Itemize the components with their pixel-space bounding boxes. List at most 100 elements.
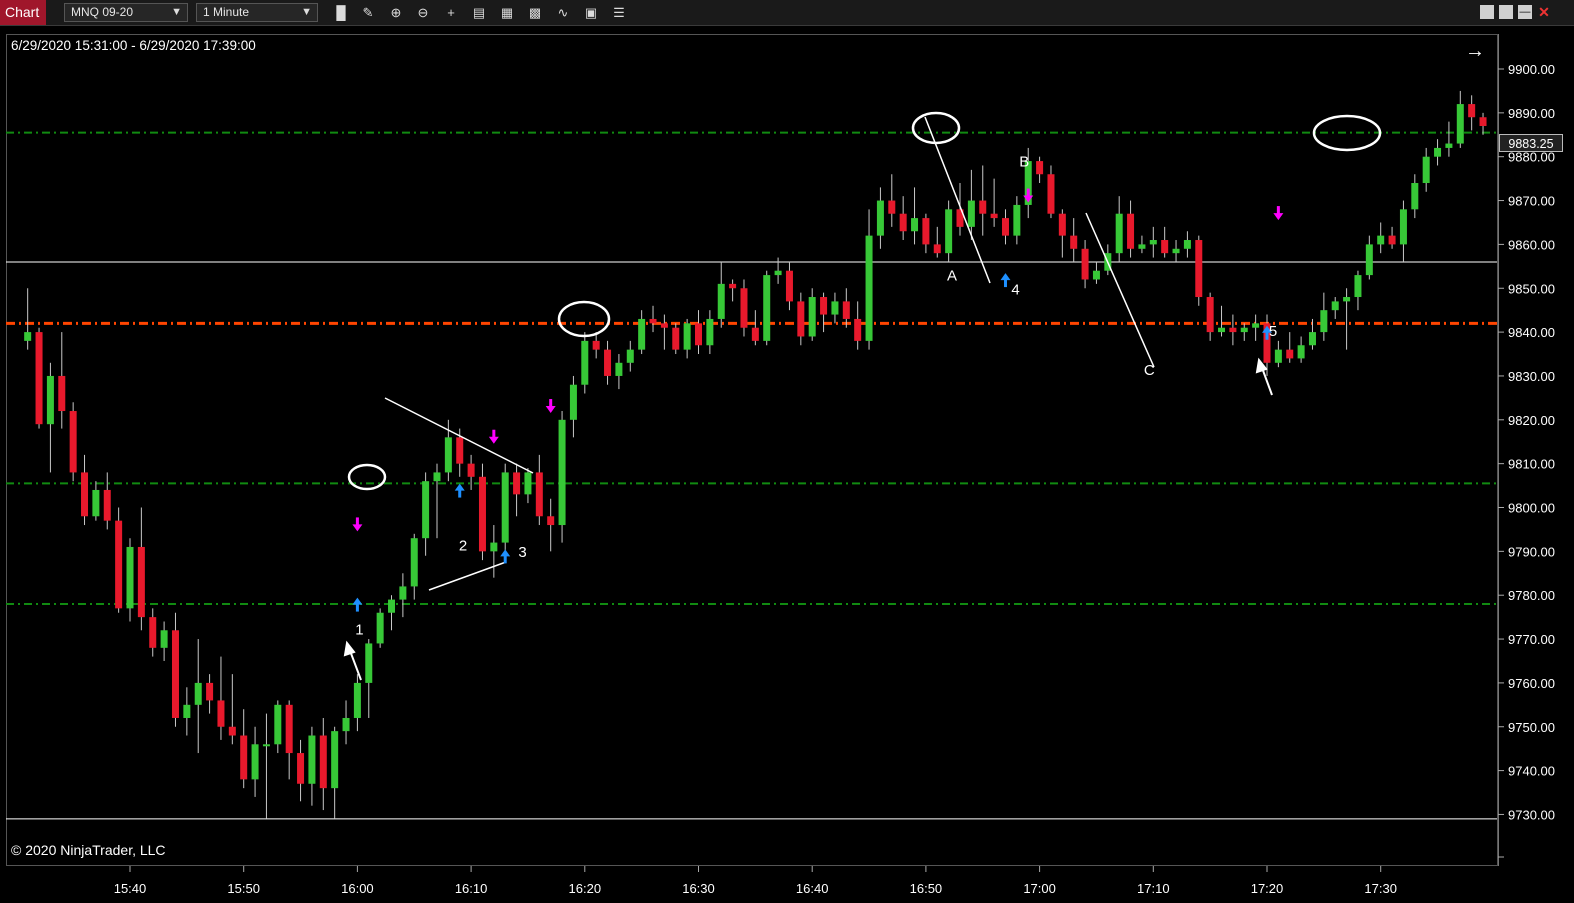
- candle: [217, 656, 225, 740]
- candles: [24, 90, 1487, 819]
- candle-body: [1331, 301, 1339, 311]
- candle-body: [854, 318, 862, 341]
- y-tick-label: 9800.00: [1508, 501, 1555, 516]
- candle: [1354, 270, 1362, 311]
- candle: [490, 525, 498, 578]
- candle-body: [308, 735, 316, 784]
- candle-body: [615, 362, 623, 376]
- y-tick-label: 9900.00: [1508, 62, 1555, 77]
- candle: [513, 463, 521, 517]
- candle-body: [81, 472, 89, 517]
- candle-body: [433, 472, 441, 482]
- candle: [1070, 218, 1078, 262]
- candle-body: [137, 546, 145, 618]
- candle-body: [365, 643, 373, 683]
- candle-body: [649, 318, 657, 324]
- candle: [626, 340, 634, 372]
- x-tick-label: 17:30: [1364, 881, 1397, 896]
- candle: [1161, 226, 1169, 258]
- candle-body: [160, 630, 168, 648]
- candle-body: [456, 437, 464, 464]
- candle: [388, 595, 396, 631]
- candle: [422, 472, 430, 556]
- buy-arrow-icon: [352, 597, 363, 612]
- candle: [24, 288, 32, 350]
- candle-body: [501, 472, 509, 543]
- candle: [103, 472, 111, 530]
- candle: [854, 301, 862, 350]
- candle: [399, 573, 407, 618]
- candle: [1388, 226, 1396, 249]
- candle: [615, 354, 623, 390]
- pointer-arrow: [1255, 357, 1273, 396]
- candle-body: [331, 731, 339, 789]
- candle-body: [797, 301, 805, 337]
- candle: [831, 292, 839, 324]
- buy-arrow-icon: [500, 549, 511, 564]
- y-tick-label: 9860.00: [1508, 237, 1555, 252]
- candle-body: [581, 340, 589, 385]
- level-lines: [6, 131, 1497, 820]
- candle: [1320, 292, 1328, 341]
- candle: [467, 454, 475, 490]
- y-tick-label: 9840.00: [1508, 325, 1555, 340]
- candle: [1252, 314, 1260, 341]
- candle-body: [569, 384, 577, 420]
- candle: [524, 468, 532, 504]
- candle-body: [979, 200, 987, 214]
- candle: [1286, 332, 1294, 363]
- current-price-badge: 9883.25: [1499, 134, 1563, 152]
- candle-body: [683, 323, 691, 350]
- candle: [171, 612, 179, 727]
- candle: [1468, 95, 1476, 131]
- trendline: [924, 116, 991, 284]
- candle: [922, 213, 930, 254]
- candle-body: [251, 744, 259, 780]
- candle: [1013, 196, 1021, 245]
- candle: [1036, 156, 1044, 184]
- candle-body: [1206, 297, 1214, 333]
- price-axis[interactable]: 9900.009890.009880.009870.009860.009850.…: [1498, 62, 1555, 858]
- candle-body: [865, 235, 873, 341]
- candle: [46, 362, 54, 473]
- candle-body: [35, 332, 43, 425]
- candle: [695, 310, 702, 355]
- candle-body: [1445, 143, 1453, 148]
- candle-body: [876, 200, 884, 236]
- candle: [478, 463, 486, 561]
- candle: [35, 327, 43, 429]
- time-axis[interactable]: 15:40 15:50 16:00 16:10 16:20 16:30 16:40 16:50…: [114, 866, 1397, 896]
- candle-body: [444, 437, 452, 473]
- arrow-right-icon[interactable]: →: [1465, 40, 1485, 63]
- trendline: [428, 561, 507, 591]
- candle: [979, 165, 987, 236]
- candle-body: [785, 270, 793, 302]
- candle: [933, 226, 941, 258]
- candle: [194, 639, 202, 754]
- sell-arrow-icon: [352, 517, 363, 532]
- candle-body: [1297, 345, 1305, 359]
- candle: [228, 674, 236, 745]
- candle-body: [1183, 240, 1191, 249]
- candle: [58, 332, 66, 429]
- candle-body: [513, 472, 521, 495]
- candle-body: [1422, 156, 1430, 184]
- candle: [1172, 240, 1180, 262]
- candlestick-chart[interactable]: 12 34ABC5 9900.009890.009880.009870.00986…: [0, 0, 1574, 903]
- buy-arrow-icon: [1000, 273, 1011, 288]
- candle-body: [240, 735, 248, 780]
- candle: [1229, 314, 1237, 346]
- candle-body: [1149, 240, 1157, 245]
- candle-body: [1058, 213, 1066, 236]
- candle: [240, 709, 248, 789]
- candle-body: [740, 288, 748, 328]
- candle: [706, 310, 714, 355]
- y-tick-label: 9750.00: [1508, 720, 1555, 735]
- candle: [956, 183, 964, 236]
- x-tick-label: 17:00: [1023, 881, 1056, 896]
- annotation-label: B: [1019, 154, 1029, 171]
- candle: [899, 196, 907, 241]
- candle-body: [1308, 332, 1316, 346]
- candle: [285, 700, 293, 780]
- candle: [1081, 240, 1089, 289]
